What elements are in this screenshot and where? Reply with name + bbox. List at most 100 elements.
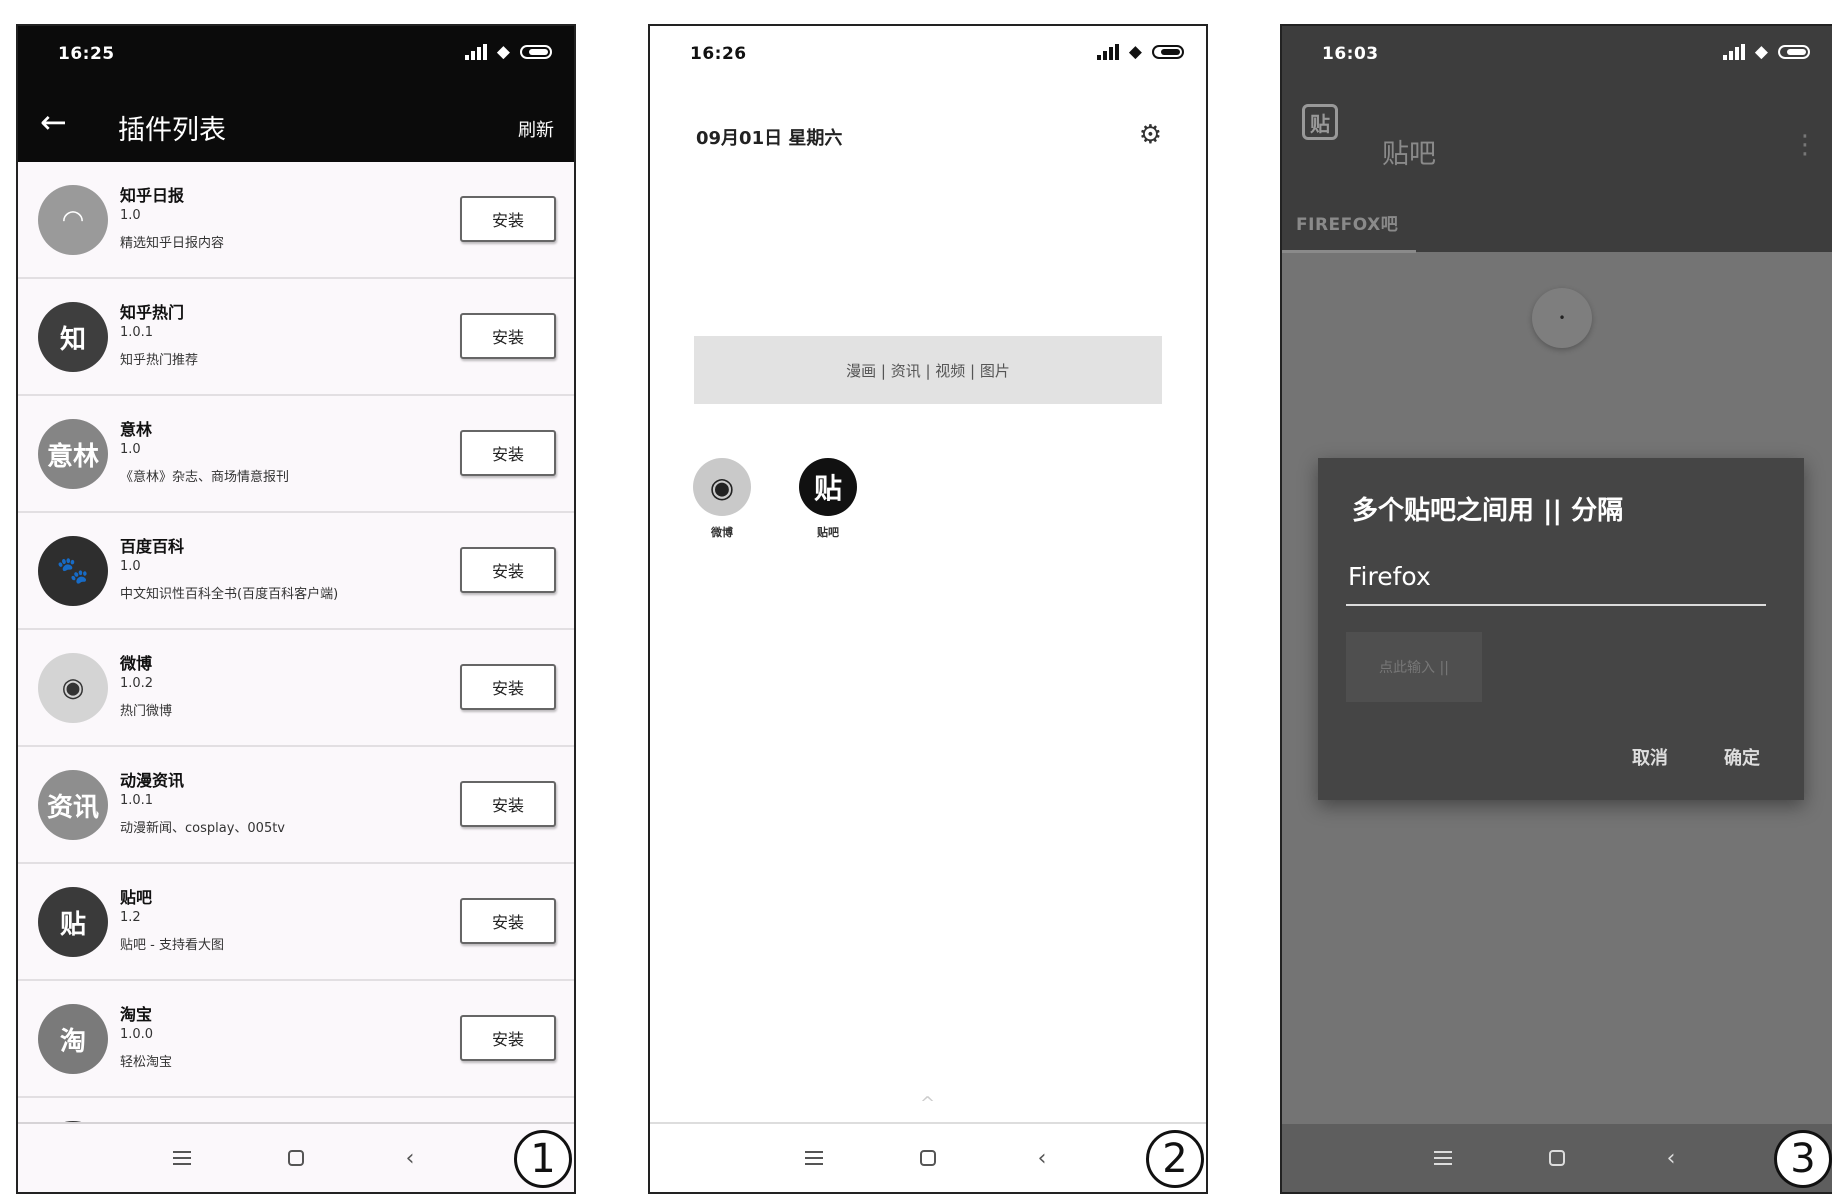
home-nav-icon[interactable] bbox=[1545, 1146, 1569, 1170]
system-nav-bar: ‹ bbox=[18, 1122, 574, 1192]
top-app-bar: 16:25 ◆ ← 插件列表 刷新 bbox=[18, 26, 574, 162]
install-button[interactable]: 安装 bbox=[460, 898, 556, 944]
plugin-name: 知乎热门 bbox=[120, 303, 185, 322]
status-icons: ◆ bbox=[1722, 42, 1810, 62]
plugin-avatar-icon: 🐾 bbox=[38, 536, 108, 606]
plugin-row[interactable]: 🐾 百度百科 1.0 中文知识性百科全书(百度百科客户端) 安装 bbox=[18, 513, 574, 630]
status-bar: 16:26 ◆ bbox=[650, 26, 1206, 82]
tieba-app-icon: 贴 bbox=[1302, 104, 1338, 140]
more-options-icon[interactable]: ⋮ bbox=[1792, 130, 1818, 160]
plugin-description: 精选知乎日报内容 bbox=[120, 236, 225, 251]
back-nav-icon[interactable]: ‹ bbox=[398, 1146, 422, 1171]
plugin-row[interactable]: 意林 意林 1.0 《意林》杂志、商场情意报刊 安装 bbox=[18, 396, 574, 513]
plugin-version: 1.0 bbox=[120, 442, 141, 457]
status-icons: ◆ bbox=[464, 44, 552, 61]
gear-icon[interactable]: ⚙ bbox=[1139, 120, 1162, 150]
plugin-name: 微博 bbox=[120, 654, 153, 673]
battery-icon bbox=[1778, 45, 1810, 59]
back-nav-icon[interactable]: ‹ bbox=[1659, 1146, 1683, 1171]
figure-marker-2: 2 bbox=[1146, 1130, 1204, 1188]
back-arrow-icon[interactable]: ← bbox=[40, 106, 67, 138]
install-button[interactable]: 安装 bbox=[460, 196, 556, 242]
install-button[interactable]: 安装 bbox=[460, 664, 556, 710]
battery-icon bbox=[1152, 45, 1184, 59]
system-nav-bar: ‹ bbox=[1282, 1124, 1832, 1192]
wifi-icon: ◆ bbox=[1128, 42, 1142, 62]
dialog-title: 多个贴吧之间用 || 分隔 bbox=[1352, 496, 1624, 526]
plugin-row[interactable]: ◉ 微博 1.0.2 热门微博 安装 bbox=[18, 630, 574, 747]
plugin-description: 动漫新闻、cosplay、005tv bbox=[120, 821, 286, 836]
swipe-up-icon: ^ bbox=[920, 1093, 936, 1114]
phone-screen-home: 16:26 ◆ 09月01日 星期六 ⚙ 漫画 | 资讯 | 视频 | 图片 ◉… bbox=[648, 24, 1208, 1194]
tab-firefox[interactable]: FIREFOX吧 bbox=[1296, 210, 1398, 235]
plugin-description: 贴吧 - 支持看大图 bbox=[120, 938, 224, 953]
status-bar: 16:03 ◆ bbox=[1282, 26, 1832, 82]
plugin-description: 知乎热门推荐 bbox=[120, 353, 199, 368]
install-button[interactable]: 安装 bbox=[460, 313, 556, 359]
plugin-row[interactable]: 资讯 动漫资讯 1.0.1 动漫新闻、cosplay、005tv 安装 bbox=[18, 747, 574, 864]
plugin-row[interactable]: ◠ 知乎日报 1.0 精选知乎日报内容 安装 bbox=[18, 162, 574, 279]
tab-indicator bbox=[1282, 250, 1416, 253]
status-time: 16:26 bbox=[690, 44, 747, 64]
input-dialog: 多个贴吧之间用 || 分隔 Firefox 点此输入 || 取消 确定 bbox=[1318, 458, 1804, 800]
plugin-version: 1.2 bbox=[120, 910, 141, 925]
plugin-row[interactable]: 贴贴吧 1.2 贴吧 - 支持看大图 安装 bbox=[18, 864, 574, 981]
cancel-button[interactable]: 取消 bbox=[1632, 744, 1668, 770]
back-nav-icon[interactable]: ‹ bbox=[1030, 1146, 1054, 1171]
category-banner[interactable]: 漫画 | 资讯 | 视频 | 图片 bbox=[694, 336, 1162, 404]
shortcut-label: 微博 bbox=[711, 526, 733, 539]
plugin-row[interactable]: 淘淘宝 1.0.0 轻松淘宝 安装 bbox=[18, 981, 574, 1098]
plugin-version: 1.0.1 bbox=[120, 793, 154, 808]
shortcut-weibo[interactable]: ◉ 微博 bbox=[692, 458, 752, 540]
install-button[interactable]: 安装 bbox=[460, 1015, 556, 1061]
install-button[interactable]: 安装 bbox=[460, 547, 556, 593]
tieba-icon: 贴 bbox=[799, 458, 857, 516]
phone-screen-tieba-dialog: 16:03 ◆ 贴 贴吧 ⋮ FIREFOX吧 • 多个贴吧之间用 || 分隔 … bbox=[1280, 24, 1832, 1194]
menu-nav-icon[interactable] bbox=[802, 1146, 826, 1170]
refresh-button[interactable]: 刷新 bbox=[518, 116, 554, 142]
plugin-description: 轻松淘宝 bbox=[120, 1055, 173, 1070]
signal-icon bbox=[464, 44, 487, 60]
tieba-name-input[interactable]: Firefox bbox=[1346, 562, 1766, 606]
plugin-version: 1.0.1 bbox=[120, 325, 154, 340]
plugin-name: 意林 bbox=[120, 420, 153, 439]
plugin-name: 动漫资讯 bbox=[120, 771, 185, 790]
shortcut-tieba[interactable]: 贴 贴吧 bbox=[798, 458, 858, 540]
signal-icon bbox=[1096, 44, 1119, 60]
plugin-version: 1.0.2 bbox=[120, 676, 154, 691]
confirm-button[interactable]: 确定 bbox=[1724, 744, 1760, 770]
plugin-list: ◠ 知乎日报 1.0 精选知乎日报内容 安装知知乎热门 1.0.1 知乎热门推荐 安装 意林 意林… bbox=[18, 162, 574, 1191]
plugin-avatar-icon: 意林 bbox=[38, 419, 108, 489]
menu-nav-icon[interactable] bbox=[1431, 1146, 1455, 1170]
plugin-name: 贴吧 bbox=[120, 888, 153, 907]
plugin-name: 淘宝 bbox=[120, 1005, 153, 1024]
system-nav-bar: ‹ bbox=[650, 1122, 1206, 1192]
plugin-avatar-icon: 淘 bbox=[38, 1004, 108, 1074]
page-title: 插件列表 bbox=[118, 115, 226, 146]
battery-icon bbox=[520, 45, 552, 59]
plugin-row[interactable]: 知知乎热门 1.0.1 知乎热门推荐 安装 bbox=[18, 279, 574, 396]
install-button[interactable]: 安装 bbox=[460, 781, 556, 827]
install-button[interactable]: 安装 bbox=[460, 430, 556, 476]
status-time: 16:03 bbox=[1322, 44, 1379, 64]
plugin-name: 知乎日报 bbox=[120, 186, 185, 205]
home-nav-icon[interactable] bbox=[916, 1146, 940, 1170]
page-title: 贴吧 bbox=[1382, 139, 1436, 170]
wifi-icon: ◆ bbox=[1754, 42, 1768, 62]
plugin-description: 中文知识性百科全书(百度百科客户端) bbox=[120, 587, 339, 602]
plugin-avatar-icon: ◉ bbox=[38, 653, 108, 723]
figure-marker-3: 3 bbox=[1774, 1130, 1832, 1188]
loading-spinner: • bbox=[1532, 288, 1592, 348]
plugin-version: 1.0 bbox=[120, 559, 141, 574]
plugin-version: 1.0.0 bbox=[120, 1027, 154, 1042]
shortcut-label: 贴吧 bbox=[817, 526, 839, 539]
insert-separator-button[interactable]: 点此输入 || bbox=[1346, 632, 1482, 702]
plugin-name: 百度百科 bbox=[120, 537, 185, 556]
top-app-bar: 16:03 ◆ 贴 贴吧 ⋮ FIREFOX吧 bbox=[1282, 26, 1832, 253]
status-bar: 16:25 ◆ bbox=[18, 26, 574, 82]
status-time: 16:25 bbox=[58, 44, 115, 64]
home-nav-icon[interactable] bbox=[284, 1146, 308, 1170]
menu-nav-icon[interactable] bbox=[170, 1146, 194, 1170]
signal-icon bbox=[1722, 44, 1745, 60]
figure-marker-1: 1 bbox=[514, 1130, 572, 1188]
